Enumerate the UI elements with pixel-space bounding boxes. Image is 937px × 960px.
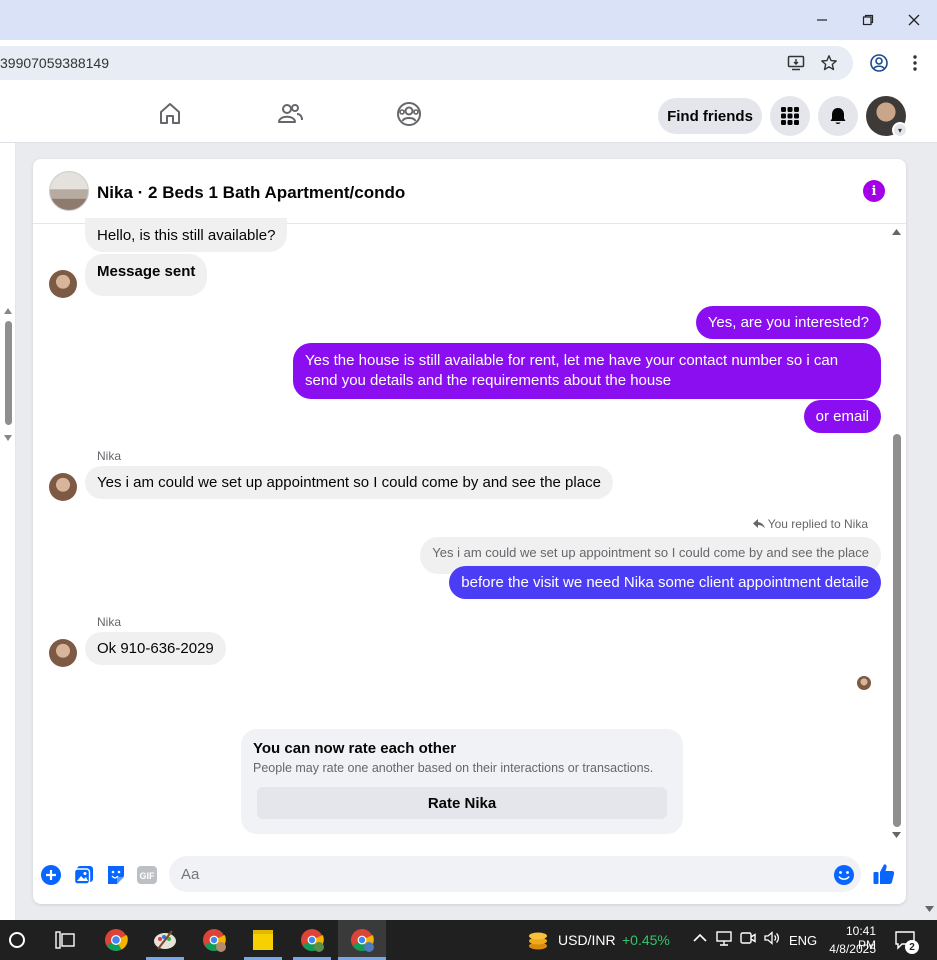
seen-avatar	[857, 676, 871, 690]
find-friends-button[interactable]: Find friends	[658, 98, 762, 134]
emoji-icon[interactable]	[833, 864, 855, 886]
chevron-up-icon[interactable]	[690, 928, 710, 948]
page-scroll-down-arrow-icon[interactable]	[925, 906, 934, 912]
chat-window: Nika · 2 Beds 1 Bath Apartment/condo i H…	[33, 159, 906, 904]
restore-button[interactable]	[853, 8, 883, 32]
groups-icon[interactable]	[395, 100, 423, 128]
paint-app-icon[interactable]	[152, 927, 178, 953]
replied-indicator: You replied to Nika	[752, 517, 868, 531]
chat-scrollbar-thumb[interactable]	[893, 434, 901, 827]
chat-title[interactable]: Nika · 2 Beds 1 Bath Apartment/condo	[97, 183, 405, 203]
listing-thumbnail[interactable]	[49, 171, 89, 211]
message-list: Hello, is this still available? Message …	[33, 218, 906, 844]
incoming-message: Yes i am could we set up appointment so …	[85, 466, 613, 499]
restore-icon	[862, 14, 874, 26]
outgoing-message: Yes, are you interested?	[695, 306, 881, 339]
message-composer: GIF	[33, 849, 906, 901]
windows-taskbar: USD/INR +0.45% ENG 10:41 PM 4/8/2025 2	[0, 920, 937, 960]
coins-icon[interactable]	[525, 927, 551, 953]
chrome-profile-icon[interactable]	[299, 927, 325, 953]
speaker-icon[interactable]	[762, 928, 782, 948]
outgoing-message: Yes the house is still available for ren…	[293, 343, 881, 399]
scroll-up-arrow-icon[interactable]	[892, 229, 901, 235]
clock-date[interactable]: 4/8/2025	[826, 942, 876, 956]
grid-menu-icon	[781, 107, 799, 125]
left-scrollbar-thumb[interactable]	[5, 321, 12, 425]
photo-icon[interactable]	[73, 864, 95, 886]
meet-now-icon[interactable]	[738, 928, 758, 948]
language-indicator[interactable]: ENG	[789, 933, 817, 948]
kebab-menu-icon[interactable]	[903, 51, 927, 75]
sticky-notes-icon[interactable]	[250, 927, 276, 953]
notifications-button[interactable]	[818, 96, 858, 136]
contact-avatar[interactable]	[49, 270, 77, 298]
outgoing-reply-message: before the visit we need Nika some clien…	[449, 566, 881, 599]
gif-icon[interactable]: GIF	[136, 864, 158, 886]
svg-text:GIF: GIF	[140, 871, 156, 881]
facebook-top-nav: Find friends ▾	[0, 86, 937, 143]
close-window-button[interactable]	[899, 8, 929, 32]
search-circle-icon[interactable]	[4, 927, 30, 953]
chat-header: Nika · 2 Beds 1 Bath Apartment/condo i	[33, 159, 906, 224]
scroll-up-arrow-icon[interactable]	[4, 308, 12, 314]
incoming-message: Message sent	[85, 254, 208, 296]
left-panel-edge	[0, 143, 16, 920]
bookmark-star-icon[interactable]	[818, 52, 840, 74]
sender-name: Nika	[97, 449, 122, 463]
chrome-icon[interactable]	[103, 927, 129, 953]
home-icon[interactable]	[156, 100, 184, 128]
rate-card: You can now rate each other People may r…	[241, 729, 683, 834]
replied-label: You replied to Nika	[767, 517, 868, 531]
menu-button[interactable]	[770, 96, 810, 136]
notification-count-badge: 2	[905, 940, 919, 954]
rate-button[interactable]: Rate Nika	[257, 787, 667, 819]
sender-name: Nika	[97, 615, 122, 629]
scroll-down-arrow-icon[interactable]	[892, 832, 901, 838]
minimize-button[interactable]	[807, 8, 837, 32]
minimize-icon	[817, 19, 827, 21]
scroll-down-arrow-icon[interactable]	[4, 435, 12, 441]
chevron-down-icon[interactable]: ▾	[892, 122, 908, 138]
currency-change[interactable]: +0.45%	[622, 932, 670, 948]
reply-icon	[752, 519, 765, 529]
rate-card-subtitle: People may rate one another based on the…	[253, 761, 654, 775]
chrome-profile-icon[interactable]	[349, 927, 375, 953]
outgoing-message: or email	[803, 400, 881, 433]
rate-card-title: You can now rate each other	[253, 740, 457, 757]
install-app-icon[interactable]	[785, 52, 807, 74]
message-input[interactable]	[169, 856, 861, 892]
address-bar-row: 39907059388149	[0, 40, 937, 86]
info-icon[interactable]: i	[863, 180, 885, 202]
chrome-profile-icon[interactable]	[201, 927, 227, 953]
contact-avatar[interactable]	[49, 473, 77, 501]
thumbs-up-icon[interactable]	[872, 862, 896, 886]
incoming-message: Ok 910-636-2029	[85, 632, 226, 665]
profile-icon[interactable]	[867, 51, 891, 75]
task-view-icon[interactable]	[52, 927, 78, 953]
contact-avatar[interactable]	[49, 639, 77, 667]
currency-label[interactable]: USD/INR	[558, 932, 616, 948]
plus-circle-icon[interactable]	[40, 864, 62, 886]
incoming-message: Hello, is this still available?	[85, 218, 288, 252]
close-icon	[908, 14, 920, 26]
sticker-icon[interactable]	[105, 864, 127, 886]
network-icon[interactable]	[714, 928, 734, 948]
url-text[interactable]: 39907059388149	[0, 55, 109, 71]
omnibox[interactable]: 39907059388149	[0, 46, 853, 80]
browser-titlebar	[0, 0, 937, 40]
bell-icon	[830, 108, 846, 124]
friends-icon[interactable]	[276, 100, 304, 128]
